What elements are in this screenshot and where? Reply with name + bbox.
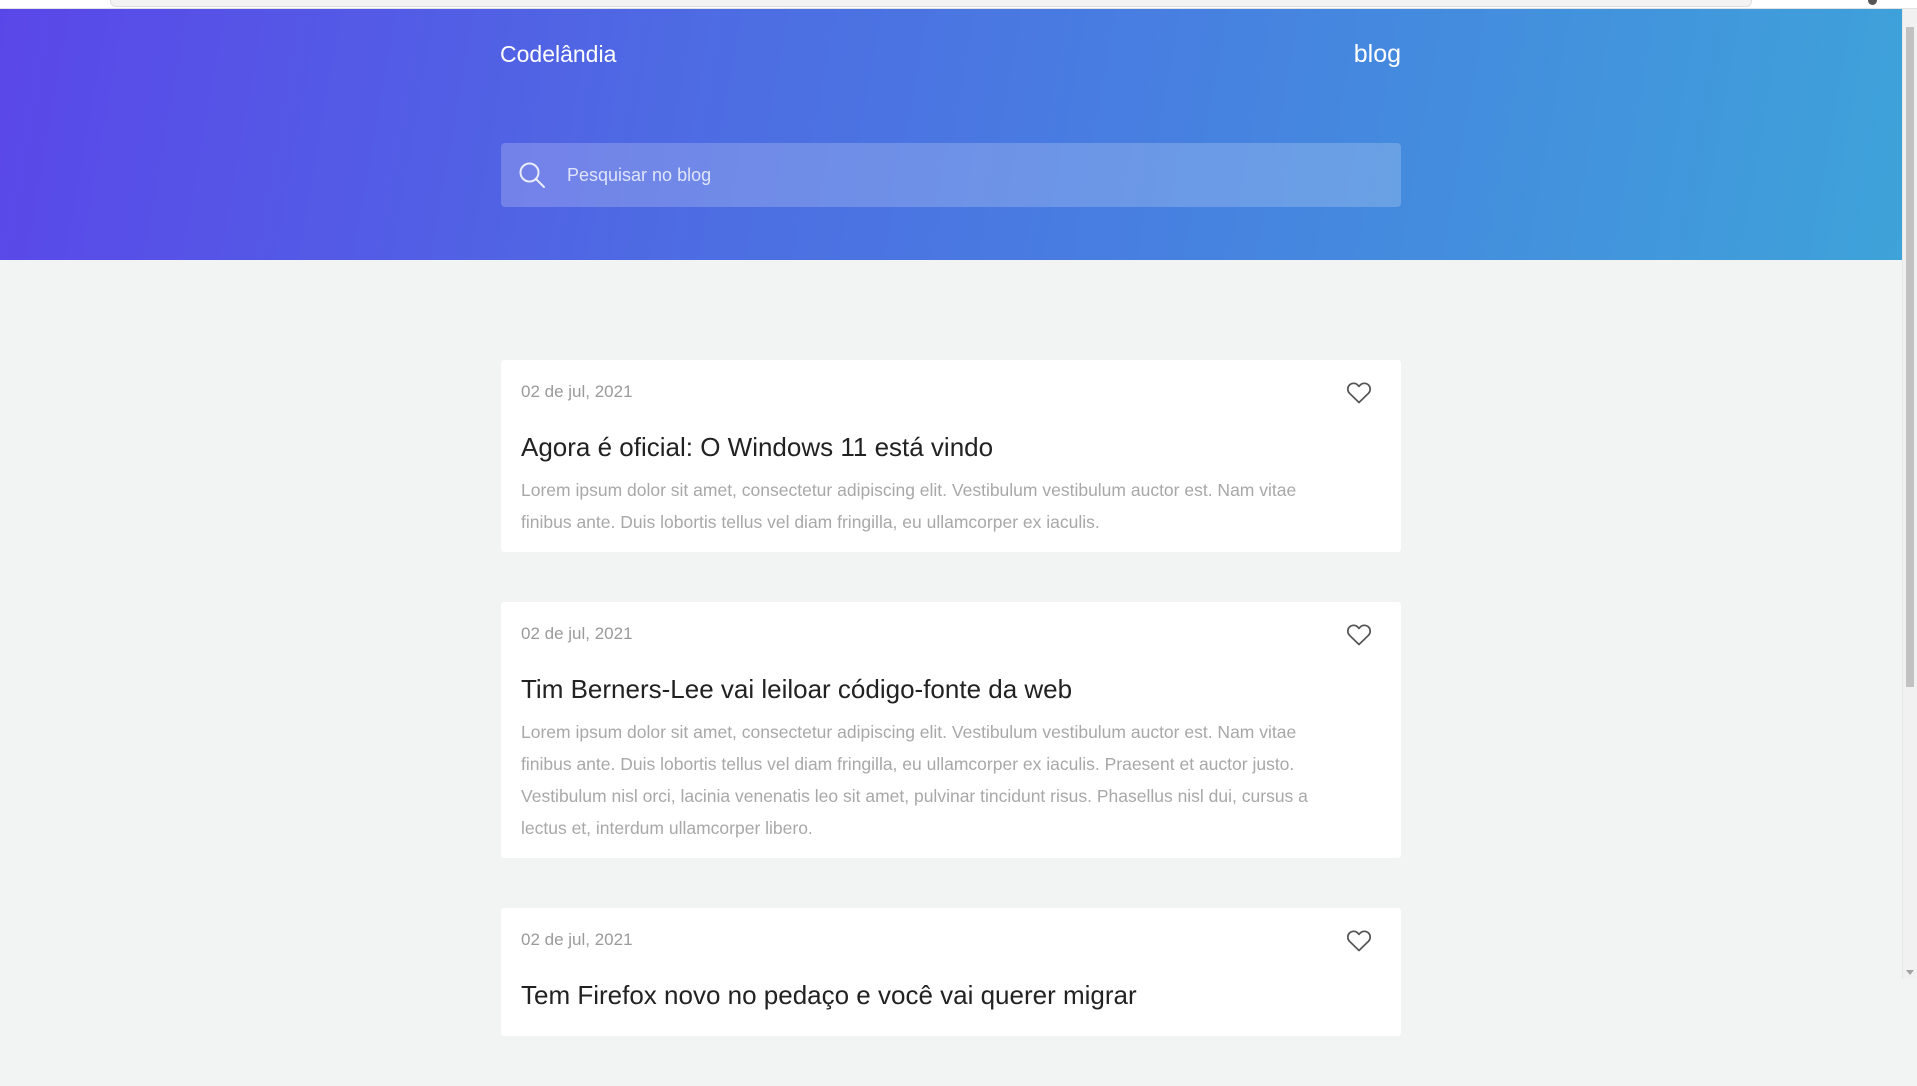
- top-nav: Codelândia blog: [500, 40, 1401, 69]
- heart-icon[interactable]: [1346, 623, 1372, 647]
- post-list: 02 de jul, 2021 Agora é oficial: O Windo…: [501, 360, 1401, 1086]
- post-title[interactable]: Tem Firefox novo no pedaço e você vai qu…: [521, 980, 1311, 1010]
- post-date: 02 de jul, 2021: [521, 930, 633, 949]
- nav-link-blog[interactable]: blog: [1354, 40, 1401, 69]
- post-card[interactable]: 02 de jul, 2021 Tem Firefox novo no peda…: [501, 908, 1401, 1036]
- browser-toolbar-strip: [0, 0, 1917, 9]
- post-excerpt: Lorem ipsum dolor sit amet, consectetur …: [521, 722, 1308, 838]
- post-excerpt: Lorem ipsum dolor sit amet, consectetur …: [521, 480, 1297, 532]
- scroll-down-arrow-icon[interactable]: [1906, 970, 1914, 975]
- post-title[interactable]: Agora é oficial: O Windows 11 está vindo: [521, 432, 1311, 462]
- scrollbar-thumb[interactable]: [1906, 27, 1914, 687]
- search-icon: [517, 160, 547, 190]
- profile-icon[interactable]: [1868, 0, 1877, 5]
- post-card[interactable]: 02 de jul, 2021 Tim Berners-Lee vai leil…: [501, 602, 1401, 858]
- search-input[interactable]: [565, 142, 1401, 208]
- vertical-scrollbar[interactable]: [1902, 9, 1917, 979]
- brand-logo[interactable]: Codelândia: [500, 41, 616, 68]
- post-card[interactable]: 02 de jul, 2021 Agora é oficial: O Windo…: [501, 360, 1401, 552]
- post-date: 02 de jul, 2021: [521, 382, 633, 401]
- post-date: 02 de jul, 2021: [521, 624, 633, 643]
- heart-icon[interactable]: [1346, 381, 1372, 405]
- heart-icon[interactable]: [1346, 929, 1372, 953]
- address-bar[interactable]: [110, 0, 1752, 7]
- search-box[interactable]: [501, 142, 1401, 208]
- post-title[interactable]: Tim Berners-Lee vai leiloar código-fonte…: [521, 674, 1311, 704]
